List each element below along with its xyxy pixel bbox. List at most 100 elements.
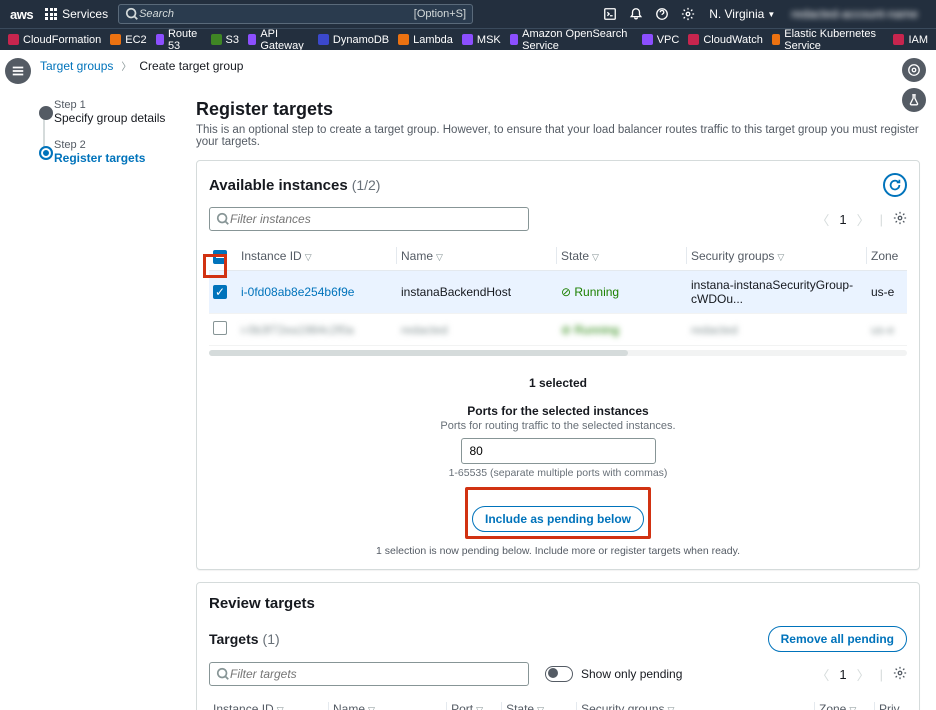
cell-state: ⊘ Running (557, 314, 687, 346)
service-item[interactable]: S3 (211, 34, 239, 46)
targets-pager: 〈 1 〉 | (816, 665, 907, 684)
chevron-right-icon: 〉 (121, 58, 131, 73)
service-item[interactable]: DynamoDB (318, 34, 389, 46)
service-icon (156, 34, 164, 45)
col-name[interactable]: Name (333, 702, 365, 710)
col-sg[interactable]: Security groups (691, 249, 774, 263)
experiments-icon[interactable] (902, 88, 926, 112)
filter-targets[interactable] (209, 662, 529, 686)
include-pending-button[interactable]: Include as pending below (472, 506, 644, 532)
cell-name: redacted (397, 314, 557, 346)
targets-table: Instance ID▽ Name▽ Port▽ State▽ Security… (209, 696, 907, 710)
service-item[interactable]: Route 53 (156, 28, 202, 52)
page-number: 1 (839, 212, 846, 227)
table-settings[interactable] (893, 666, 907, 683)
ports-input[interactable] (461, 438, 656, 464)
filter-targets-input[interactable] (230, 667, 522, 681)
row-checkbox[interactable] (213, 321, 227, 335)
filter-instances-input[interactable] (230, 212, 522, 226)
table-settings[interactable] (893, 211, 907, 228)
gear-icon (893, 211, 907, 225)
drawer-toggle[interactable] (5, 58, 31, 84)
service-label: Elastic Kubernetes Service (784, 28, 884, 52)
col-sg[interactable]: Security groups (581, 702, 664, 710)
search-icon (216, 212, 230, 226)
ports-block: 1 selected Ports for the selected instan… (209, 376, 907, 557)
service-item[interactable]: CloudFormation (8, 34, 101, 46)
service-icon (772, 34, 780, 45)
service-icon (398, 34, 409, 45)
chevron-down-icon: ▼ (767, 10, 775, 19)
services-label: Services (62, 7, 108, 21)
services-menu[interactable]: Services (45, 7, 108, 21)
service-item[interactable]: IAM (893, 34, 928, 46)
breadcrumb: Target groups 〉 Create target group (36, 50, 936, 81)
col-priv[interactable]: Priv (879, 702, 900, 710)
service-icon (642, 34, 653, 45)
breadcrumb-link[interactable]: Target groups (40, 59, 113, 73)
service-item[interactable]: CloudWatch (688, 34, 763, 46)
next-page[interactable]: 〉 (857, 210, 870, 229)
step-2-title: Register targets (54, 151, 196, 165)
service-label: DynamoDB (333, 34, 389, 46)
service-item[interactable]: API Gateway (248, 28, 309, 52)
aws-logo[interactable]: aws (10, 7, 33, 22)
notifications-icon[interactable] (623, 7, 649, 21)
show-only-pending-toggle[interactable] (545, 666, 573, 682)
service-icon (893, 34, 904, 45)
service-item[interactable]: Amazon OpenSearch Service (510, 28, 633, 52)
remove-all-pending-button[interactable]: Remove all pending (768, 626, 907, 652)
refresh-button[interactable] (883, 173, 907, 197)
show-only-pending-label: Show only pending (581, 667, 682, 681)
filter-instances[interactable] (209, 207, 529, 231)
col-zone[interactable]: Zone (871, 249, 898, 263)
global-search[interactable]: [Option+S] (118, 4, 473, 24)
service-label: S3 (226, 34, 239, 46)
account-menu[interactable]: redacted-account-name (783, 7, 926, 21)
float-icons (902, 58, 926, 112)
prev-page[interactable]: 〈 (816, 210, 829, 229)
cell-state: ⊘ Running (557, 271, 687, 314)
cloudshell-icon[interactable] (597, 7, 623, 21)
horizontal-scrollbar[interactable] (209, 350, 907, 356)
col-state[interactable]: State (506, 702, 534, 710)
prev-page[interactable]: 〈 (816, 665, 829, 684)
top-nav: aws Services [Option+S] N. Virginia ▼ re… (0, 0, 936, 28)
col-zone[interactable]: Zone (819, 702, 846, 710)
available-table: Instance ID▽ Name▽ State▽ Security group… (209, 241, 907, 346)
col-instance-id[interactable]: Instance ID (241, 249, 302, 263)
wizard-steps: Step 1 Specify group details Step 2 Regi… (36, 81, 196, 710)
hamburger-icon (11, 64, 25, 78)
service-icon (248, 34, 256, 45)
settings-icon[interactable] (675, 7, 701, 21)
select-all-checkbox[interactable] (213, 250, 227, 264)
region-selector[interactable]: N. Virginia ▼ (701, 7, 783, 21)
service-label: EC2 (125, 34, 146, 46)
service-item[interactable]: Elastic Kubernetes Service (772, 28, 885, 52)
step-1-title: Specify group details (54, 111, 196, 125)
service-item[interactable]: MSK (462, 34, 501, 46)
service-item[interactable]: EC2 (110, 34, 146, 46)
service-bookmarks-bar: CloudFormation EC2 Route 53 S3 API Gateway Dy… (0, 28, 936, 50)
help-icon[interactable] (649, 7, 675, 21)
preferences-icon[interactable] (902, 58, 926, 82)
service-icon (211, 34, 222, 45)
next-page[interactable]: 〉 (857, 665, 870, 684)
review-targets-panel: Review targets Targets (1) Remove all pe… (196, 582, 920, 710)
ports-range: 1-65535 (separate multiple ports with co… (209, 467, 907, 479)
available-pager: 〈 1 〉 | (816, 210, 907, 229)
step-2[interactable]: Step 2 Register targets (54, 139, 196, 165)
step-1[interactable]: Step 1 Specify group details (54, 99, 196, 125)
service-label: CloudFormation (23, 34, 101, 46)
service-item[interactable]: VPC (642, 34, 680, 46)
col-state[interactable]: State (561, 249, 589, 263)
col-port[interactable]: Port (451, 702, 473, 710)
table-row[interactable]: ✓ i-0fd08ab8e254b6f9e instanaBackendHost… (209, 271, 907, 314)
col-name[interactable]: Name (401, 249, 433, 263)
targets-title: Targets (209, 631, 259, 647)
service-item[interactable]: Lambda (398, 34, 453, 46)
search-input[interactable] (139, 8, 414, 20)
col-instance-id[interactable]: Instance ID (213, 702, 274, 710)
table-row[interactable]: i-0b3f72ea1984c2f0a redacted ⊘ Running r… (209, 314, 907, 346)
row-checkbox[interactable]: ✓ (213, 285, 227, 299)
